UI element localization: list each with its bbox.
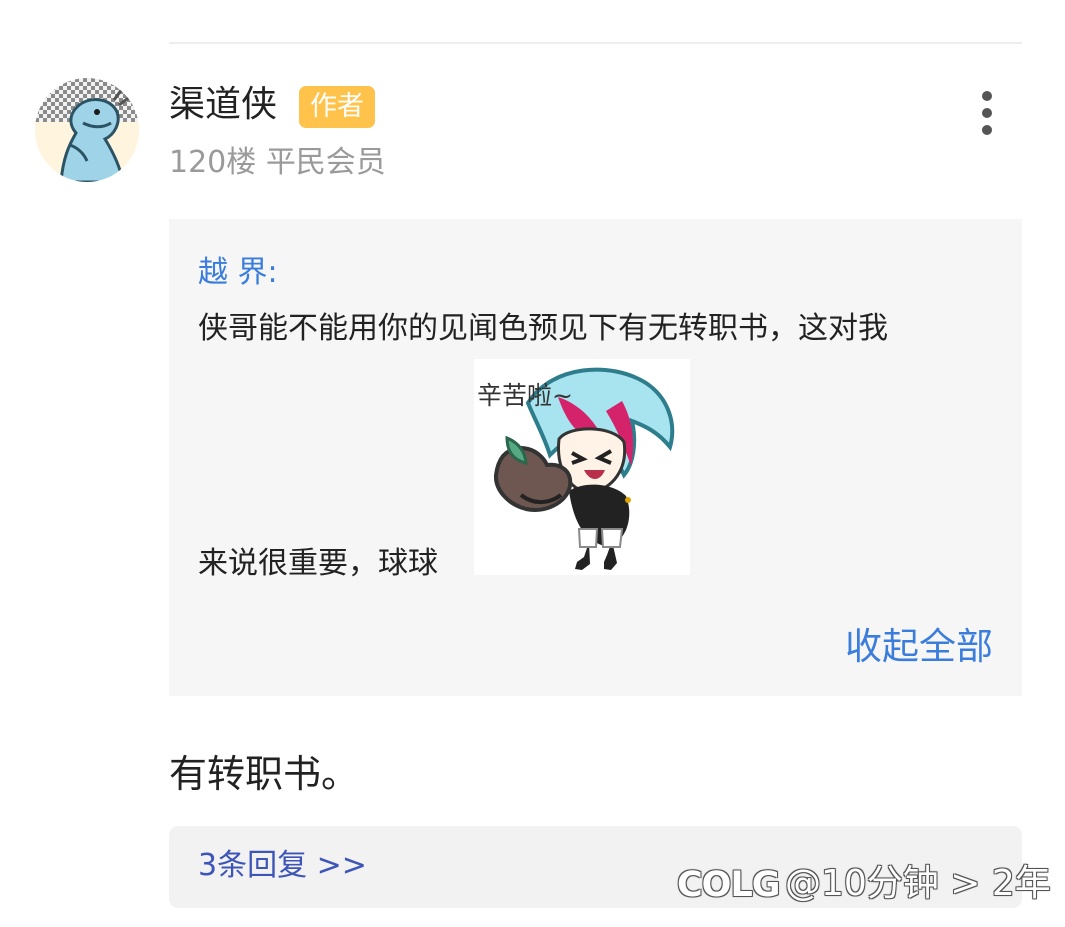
more-button[interactable] [968,88,1008,138]
quoted-author[interactable]: 越 界: [198,253,278,293]
member-rank: 平民会员 [265,145,386,180]
more-dot [982,108,992,118]
quoted-text-line-1: 侠哥能不能用你的见闻色预见下有无转职书，这对我 [198,311,888,346]
avatar[interactable] [35,78,139,182]
quoted-comment: 越 界: 侠哥能不能用你的见闻色预见下有无转职书，这对我 辛苦啦~ 来说很重要，… [169,219,1022,696]
post-screen: 渠道侠 作者 120楼 平民会员 越 界: 侠哥能不能用你的见闻色预见下有无转职… [0,0,1065,927]
more-dot [982,91,992,101]
colg-logo: COLG [677,865,780,905]
username[interactable]: 渠道侠 [169,82,277,128]
sticker-caption: 辛苦啦~ [477,381,573,410]
quoted-text-line-2: 来说很重要，球球 [198,546,438,581]
watermark-text: @10分钟 > 2年 [785,863,1051,904]
dinosaur-avatar-icon [35,78,139,182]
sticker-image: 辛苦啦~ [474,359,690,575]
floor-number: 120楼 [169,145,257,180]
post-meta: 120楼 平民会员 [169,142,386,184]
collapse-all-link[interactable]: 收起全部 [845,624,993,670]
reply-body: 有转职书。 [169,752,360,796]
view-replies-link[interactable]: 3条回复 >> [198,846,367,886]
author-badge: 作者 [299,86,375,128]
more-dot [982,125,992,135]
divider [169,42,1022,44]
